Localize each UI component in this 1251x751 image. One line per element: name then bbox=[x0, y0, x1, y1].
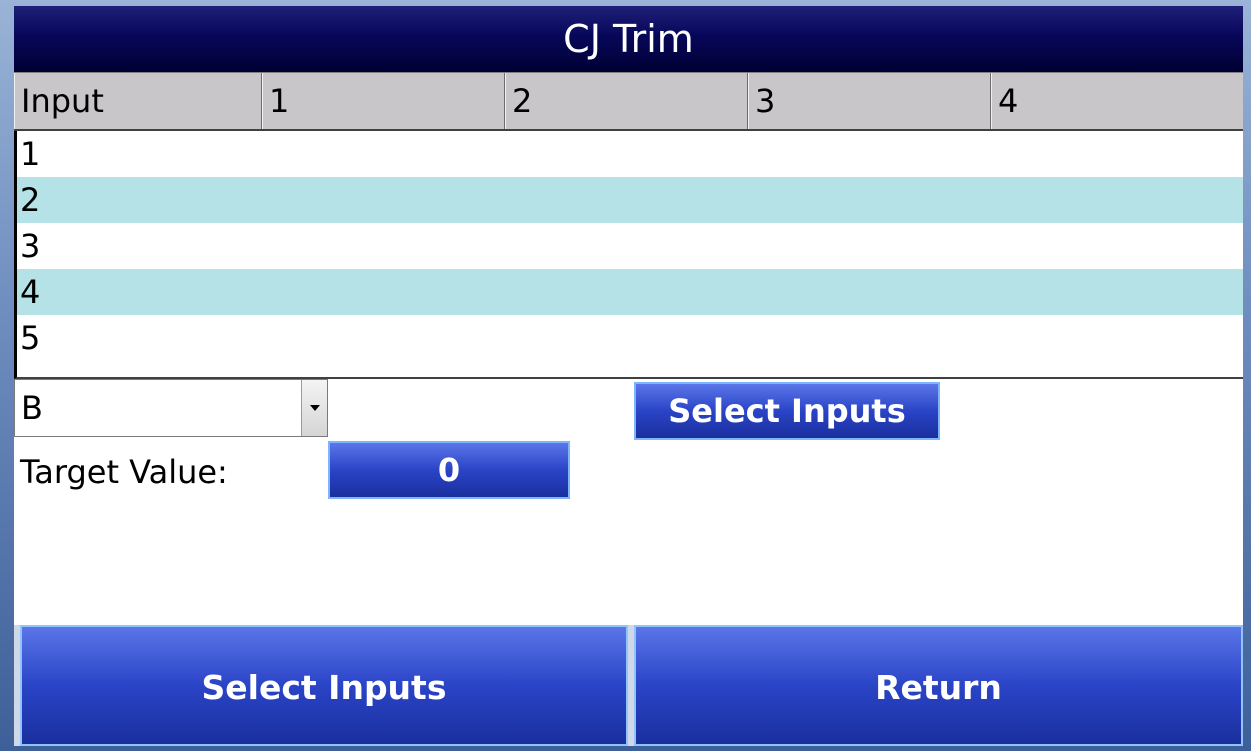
input-table: 1 2 3 4 5 bbox=[14, 131, 1243, 379]
select-inputs-button-small[interactable]: Select Inputs bbox=[634, 382, 940, 440]
group-select[interactable]: B bbox=[14, 379, 328, 437]
return-button[interactable]: Return bbox=[634, 625, 1243, 746]
chevron-down-icon bbox=[310, 405, 320, 411]
table-row[interactable]: 3 bbox=[17, 223, 1243, 269]
bottom-button-bar: Select Inputs Return bbox=[14, 625, 1243, 746]
column-header-4[interactable]: 4 bbox=[991, 73, 1243, 129]
column-header-3[interactable]: 3 bbox=[748, 73, 991, 129]
table-row[interactable]: 1 bbox=[17, 131, 1243, 177]
app-screen: CJ Trim Input 1 2 3 4 1 2 3 4 5 B Select… bbox=[14, 6, 1243, 746]
column-header-2[interactable]: 2 bbox=[505, 73, 748, 129]
column-header-input[interactable]: Input bbox=[14, 73, 262, 129]
target-value-label: Target Value: bbox=[20, 453, 228, 491]
group-select-value: B bbox=[21, 389, 43, 427]
window-title: CJ Trim bbox=[14, 6, 1243, 72]
target-value-button[interactable]: 0 bbox=[328, 441, 570, 499]
controls-panel: B Select Inputs Target Value: 0 bbox=[14, 379, 1243, 625]
table-row[interactable]: 4 bbox=[17, 269, 1243, 315]
column-header-1[interactable]: 1 bbox=[262, 73, 505, 129]
select-inputs-button[interactable]: Select Inputs bbox=[20, 625, 628, 746]
table-row[interactable]: 5 bbox=[17, 315, 1243, 361]
table-row[interactable]: 2 bbox=[17, 177, 1243, 223]
dropdown-button[interactable] bbox=[301, 380, 327, 436]
table-header: Input 1 2 3 4 bbox=[14, 72, 1243, 131]
window-frame: CJ Trim Input 1 2 3 4 1 2 3 4 5 B Select… bbox=[0, 0, 1251, 751]
